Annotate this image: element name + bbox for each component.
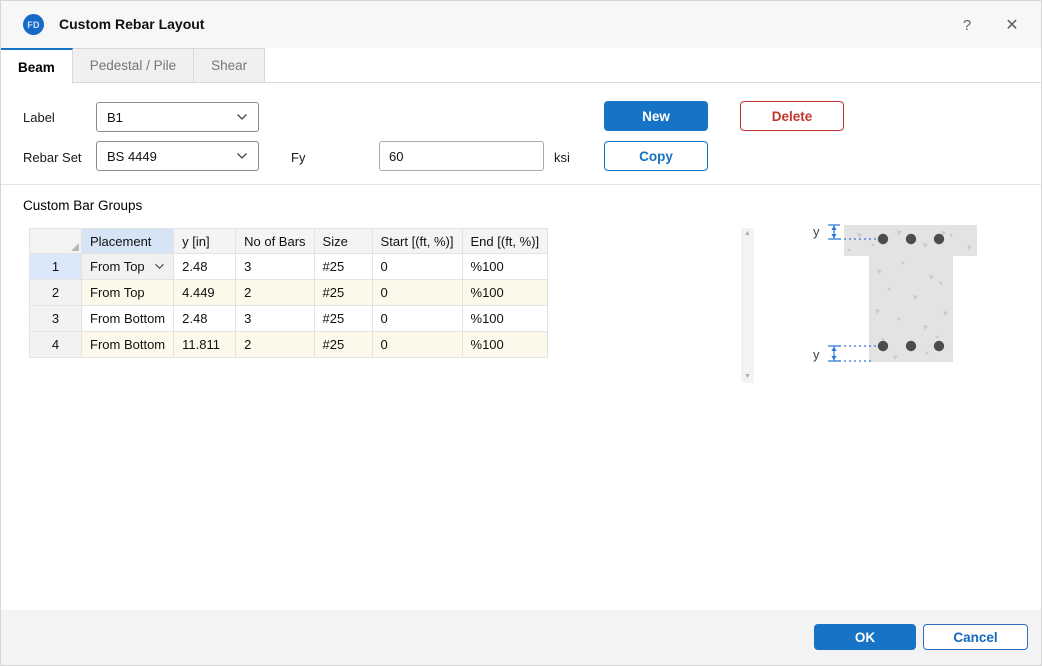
tab-strip: Beam Pedestal / Pile Shear	[1, 48, 1042, 83]
tab-beam[interactable]: Beam	[1, 48, 73, 84]
delete-button[interactable]: Delete	[740, 101, 844, 131]
table-row: 4 From Bottom 11.811 2 #25 0 %100	[30, 332, 548, 358]
row-indicator-header[interactable]	[30, 229, 82, 254]
rebar-set-caption: Rebar Set	[23, 150, 82, 165]
placement-value: From Top	[90, 259, 145, 274]
placement-cell[interactable]: From Bottom	[82, 332, 174, 358]
size-cell[interactable]: #25	[314, 332, 372, 358]
fy-input[interactable]	[379, 141, 544, 171]
y-cell[interactable]: 2.48	[174, 254, 236, 280]
row-number-cell[interactable]: 2	[30, 280, 82, 306]
ok-button[interactable]: OK	[814, 624, 916, 650]
label-dropdown[interactable]: B1	[96, 102, 259, 132]
table-row: 2 From Top 4.449 2 #25 0 %100	[30, 280, 548, 306]
app-logo-icon: FD	[23, 14, 44, 35]
table-row: 1 From Top 2.48 3 #25 0 %100	[30, 254, 548, 280]
tab-shear[interactable]: Shear	[194, 48, 265, 83]
copy-button[interactable]: Copy	[604, 141, 708, 171]
section-divider	[1, 184, 1042, 185]
top-dim-label: y	[813, 224, 820, 239]
row-number-cell[interactable]: 3	[30, 306, 82, 332]
y-cell[interactable]: 2.48	[174, 306, 236, 332]
corner-triangle-icon	[71, 243, 79, 251]
column-header-placement[interactable]: Placement	[82, 229, 174, 254]
size-cell[interactable]: #25	[314, 280, 372, 306]
placement-cell-dropdown[interactable]: From Top	[82, 254, 174, 280]
bars-cell[interactable]: 2	[236, 280, 314, 306]
end-cell[interactable]: %100	[462, 280, 548, 306]
column-header-start[interactable]: Start [(ft, %)]	[372, 229, 462, 254]
section-title: Custom Bar Groups	[23, 198, 142, 213]
scroll-up-icon[interactable]: ▲	[744, 228, 751, 240]
table-row: 3 From Bottom 2.48 3 #25 0 %100	[30, 306, 548, 332]
start-cell[interactable]: 0	[372, 280, 462, 306]
table-vertical-scrollbar[interactable]: ▲ ▼	[741, 228, 754, 383]
row-number-cell[interactable]: 4	[30, 332, 82, 358]
chevron-down-icon	[154, 263, 165, 270]
fy-unit-label: ksi	[554, 150, 570, 165]
end-cell[interactable]: %100	[462, 306, 548, 332]
rebar-set-dropdown[interactable]: BS 4449	[96, 141, 259, 171]
bottom-dim-label: y	[813, 347, 820, 362]
column-header-end[interactable]: End [(ft, %)]	[462, 229, 548, 254]
placement-cell[interactable]: From Bottom	[82, 306, 174, 332]
placement-cell[interactable]: From Top	[82, 280, 174, 306]
end-cell[interactable]: %100	[462, 254, 548, 280]
column-header-y[interactable]: y [in]	[174, 229, 236, 254]
fy-caption: Fy	[291, 150, 305, 165]
bars-cell[interactable]: 3	[236, 254, 314, 280]
size-cell[interactable]: #25	[314, 254, 372, 280]
size-cell[interactable]: #25	[314, 306, 372, 332]
chevron-down-icon	[236, 152, 248, 160]
rebar-set-dropdown-value: BS 4449	[107, 149, 157, 164]
app-logo-text: FD	[27, 20, 40, 30]
start-cell[interactable]: 0	[372, 306, 462, 332]
end-cell[interactable]: %100	[462, 332, 548, 358]
footer-bar: OK Cancel	[1, 610, 1042, 666]
row-number-cell[interactable]: 1	[30, 254, 82, 280]
column-header-no-of-bars[interactable]: No of Bars	[236, 229, 314, 254]
new-button[interactable]: New	[604, 101, 708, 131]
dialog-title: Custom Rebar Layout	[59, 16, 204, 32]
close-button[interactable]: ✕	[996, 12, 1028, 38]
scroll-down-icon[interactable]: ▼	[744, 371, 751, 383]
start-cell[interactable]: 0	[372, 332, 462, 358]
chevron-down-icon	[236, 113, 248, 121]
label-dropdown-value: B1	[107, 110, 123, 125]
table-header-row: Placement y [in] No of Bars Size Start […	[30, 229, 548, 254]
beam-section-diagram: y y	[801, 213, 991, 373]
bottom-dimension-marker	[828, 346, 876, 361]
cancel-button[interactable]: Cancel	[923, 624, 1028, 650]
bars-cell[interactable]: 3	[236, 306, 314, 332]
bars-cell[interactable]: 2	[236, 332, 314, 358]
help-button[interactable]: ?	[951, 12, 983, 38]
tab-pedestal-pile[interactable]: Pedestal / Pile	[73, 48, 194, 83]
y-cell[interactable]: 4.449	[174, 280, 236, 306]
start-cell[interactable]: 0	[372, 254, 462, 280]
y-cell[interactable]: 11.811	[174, 332, 236, 358]
bar-groups-table: Placement y [in] No of Bars Size Start […	[29, 228, 548, 358]
label-field-caption: Label	[23, 110, 55, 125]
title-bar: FD Custom Rebar Layout ? ✕	[1, 1, 1042, 48]
column-header-size[interactable]: Size	[314, 229, 372, 254]
custom-rebar-layout-dialog: FD Custom Rebar Layout ? ✕ Beam Pedestal…	[0, 0, 1042, 666]
